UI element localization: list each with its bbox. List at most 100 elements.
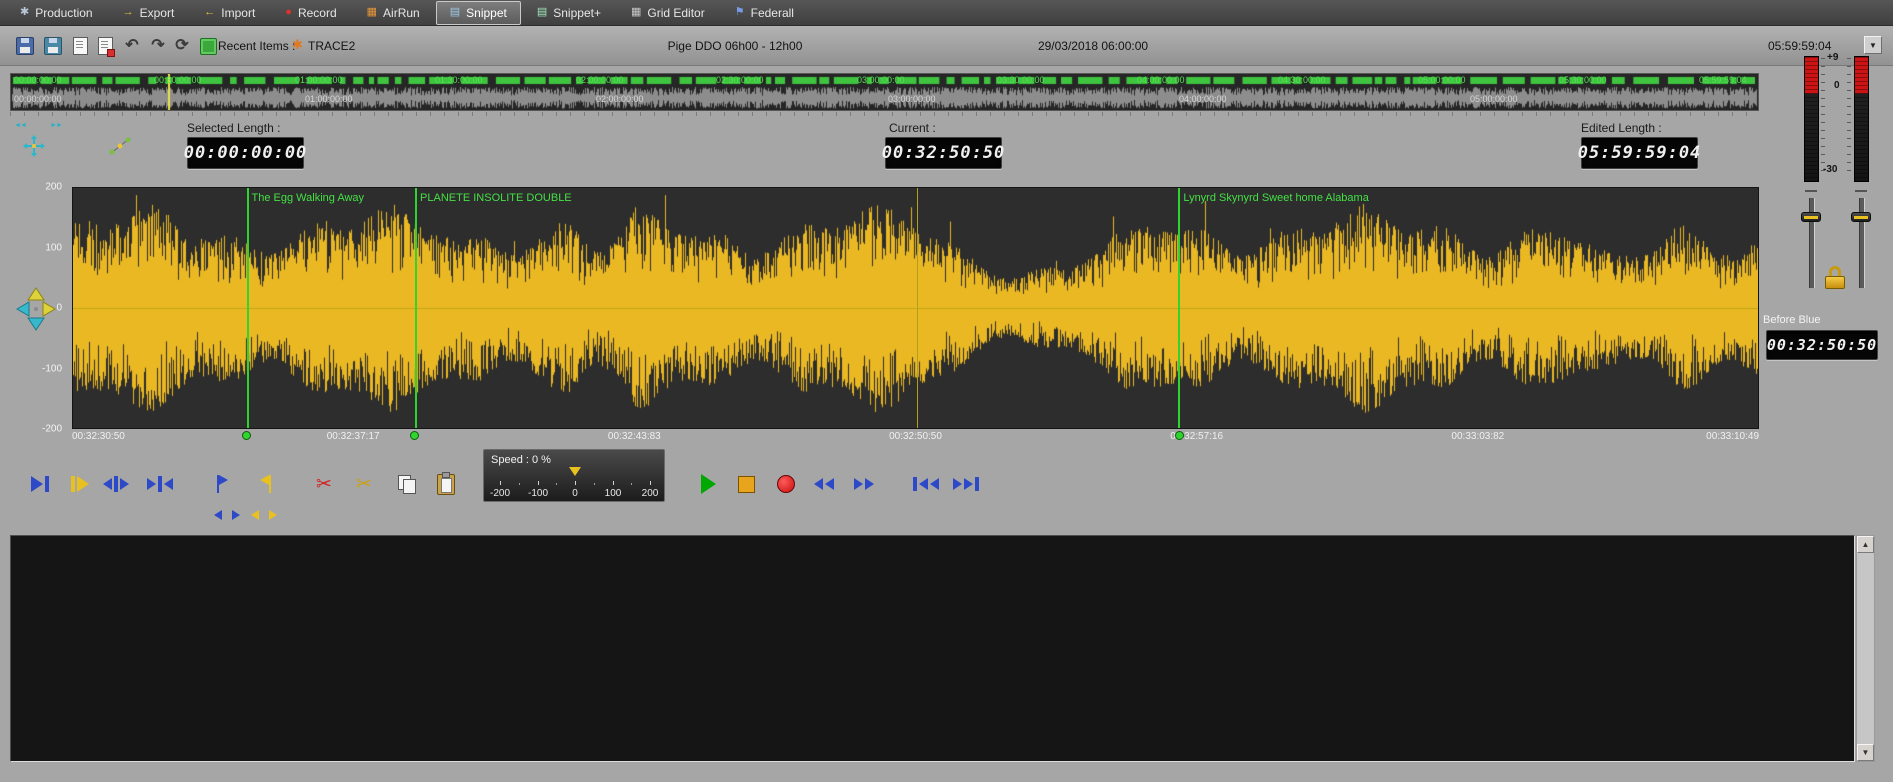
- tab-label: Federall: [751, 6, 794, 20]
- current-position-display: 00:32:50:50: [885, 137, 1002, 169]
- paste-icon: [437, 474, 455, 495]
- segment-marker-handle[interactable]: [1175, 431, 1184, 440]
- green-list-icon: [200, 38, 217, 55]
- speed-pointer-handle[interactable]: [569, 467, 581, 476]
- nudge-left-coarse-button[interactable]: [247, 508, 263, 522]
- tab-federall[interactable]: ⚑ Federall: [721, 1, 808, 25]
- export-icon: →: [123, 7, 134, 18]
- refresh-button[interactable]: ⟳: [171, 35, 193, 57]
- save-button[interactable]: [14, 35, 36, 57]
- nudge-left-fine-button[interactable]: [210, 508, 226, 522]
- segment-marker-handle[interactable]: [410, 431, 419, 440]
- tab-import[interactable]: ← Import: [190, 1, 269, 25]
- meter-scale-label: +9: [1827, 52, 1838, 63]
- lock-channels-toggle[interactable]: [1824, 266, 1846, 289]
- speed-control[interactable]: Speed : 0 % -200-1000100200: [483, 449, 665, 502]
- segment-marker-line[interactable]: [247, 188, 249, 428]
- main-toolbar: ↶ ↷ ⟳ Recent Items : ✱ TRACE2 Pige DDO 0…: [0, 26, 1893, 66]
- page-scroll-left-button[interactable]: ◄◄: [10, 119, 30, 131]
- segment-marker-handle[interactable]: [242, 431, 251, 440]
- view-list-button[interactable]: [197, 35, 219, 57]
- tab-label: Record: [298, 6, 337, 20]
- nudge-right-coarse-button[interactable]: [265, 508, 281, 522]
- trim-button[interactable]: ✂: [346, 469, 382, 499]
- insert-mark-out-button[interactable]: [246, 469, 282, 499]
- level-meter-right: [1854, 56, 1869, 182]
- meter-scale-label: 0: [1834, 80, 1840, 91]
- mark-out-flag-icon: [257, 475, 271, 493]
- chevron-down-icon: ▼: [1869, 41, 1877, 50]
- stop-button[interactable]: [728, 469, 764, 499]
- document-icon: [73, 37, 88, 55]
- play-to-cursor-button[interactable]: [22, 469, 58, 499]
- amplitude-axis-label: -200: [42, 424, 62, 435]
- scroll-up-button[interactable]: ▲: [1857, 536, 1874, 553]
- tab-grid-editor[interactable]: ▦ Grid Editor: [617, 1, 719, 25]
- save-as-button[interactable]: [42, 35, 64, 57]
- tab-label: Snippet+: [553, 6, 601, 20]
- scroll-down-button[interactable]: ▼: [1857, 744, 1874, 761]
- page-scroll-right-button[interactable]: ►►: [46, 119, 66, 131]
- record-icon: ●: [285, 7, 292, 18]
- edited-length-label: Edited Length :: [1581, 121, 1662, 135]
- tab-label: AirRun: [383, 6, 420, 20]
- overview-timecode: 05:30:00:00: [1559, 75, 1607, 85]
- clip-list-scrollbar[interactable]: ▲ ▼: [1856, 535, 1875, 762]
- segment-marker-line[interactable]: [1178, 188, 1180, 428]
- insert-mark-in-button[interactable]: [206, 469, 242, 499]
- speed-scale-tick: [556, 483, 557, 485]
- play-cursor[interactable]: [917, 188, 918, 428]
- speed-scale-tick: [613, 481, 614, 485]
- nudge-right-fine-button[interactable]: [228, 508, 244, 522]
- tab-snippet[interactable]: ▤ Snippet: [436, 1, 521, 25]
- overview-timecode: 04:30:00:00: [1278, 75, 1326, 85]
- tab-record[interactable]: ● Record: [271, 1, 350, 25]
- paste-button[interactable]: [428, 469, 464, 499]
- recent-item-value[interactable]: TRACE2: [308, 39, 355, 53]
- zoom-tool-button[interactable]: [106, 134, 134, 158]
- waveform-nav-pad[interactable]: [14, 286, 58, 332]
- session-duration: 05:59:59:04: [1768, 39, 1831, 53]
- play-around-cursor-button[interactable]: [98, 469, 134, 499]
- tab-production[interactable]: ✱ Production: [6, 1, 107, 25]
- tab-snippet-plus[interactable]: ▤ Snippet+: [523, 1, 615, 25]
- goto-start-button[interactable]: [908, 469, 944, 499]
- gain-slider-tick: [1855, 190, 1867, 192]
- new-document-button[interactable]: [69, 35, 91, 57]
- goto-end-button[interactable]: [948, 469, 984, 499]
- play-from-cursor-button[interactable]: [62, 469, 98, 499]
- overview-timecode: 03:30:00:00: [997, 75, 1045, 85]
- segment-marker-line[interactable]: [415, 188, 417, 428]
- redo-button[interactable]: ↷: [147, 35, 169, 57]
- gain-slider-handle-right[interactable]: [1851, 212, 1871, 222]
- overview-timecode: 02:00:00:00: [596, 94, 644, 104]
- overview-timecode: 04:00:00:00: [1179, 94, 1227, 104]
- undo-button[interactable]: ↶: [121, 35, 143, 57]
- fast-forward-button[interactable]: [846, 469, 882, 499]
- copy-button[interactable]: [388, 469, 424, 499]
- play-icon: [701, 474, 716, 494]
- duration-dropdown-button[interactable]: ▼: [1864, 36, 1882, 54]
- tab-label: Import: [221, 6, 255, 20]
- segment-marker-label: PLANETE INSOLITE DOUBLE: [420, 192, 572, 204]
- cut-button[interactable]: ✂: [306, 469, 342, 499]
- play-button[interactable]: [690, 469, 726, 499]
- speed-scale-tick: [631, 483, 632, 485]
- arrow-down-icon: ▼: [1862, 748, 1870, 757]
- record-button[interactable]: [768, 469, 804, 499]
- marker-layer: The Egg Walking Away PLANETE INSOLITE DOU…: [73, 188, 1758, 428]
- tab-airrun[interactable]: ▦ AirRun: [353, 1, 434, 25]
- rewind-button[interactable]: [806, 469, 842, 499]
- segment-marker-label: Lynyrd Skynyrd Sweet home Alabama: [1183, 192, 1368, 204]
- gain-slider-handle-left[interactable]: [1801, 212, 1821, 222]
- open-document-button[interactable]: [94, 35, 116, 57]
- pan-tool-button[interactable]: [22, 134, 46, 158]
- play-selection-button[interactable]: [142, 469, 178, 499]
- tab-export[interactable]: → Export: [109, 1, 189, 25]
- speed-scale-tick: [500, 481, 501, 485]
- app-window: ✱ Production → Export ← Import ● Record …: [0, 0, 1893, 782]
- segment-marker-label: The Egg Walking Away: [252, 192, 365, 204]
- clip-list-panel[interactable]: [10, 535, 1855, 762]
- speed-scale-label: -100: [528, 488, 548, 499]
- overview-timecode: 00:00:00:00: [14, 75, 62, 85]
